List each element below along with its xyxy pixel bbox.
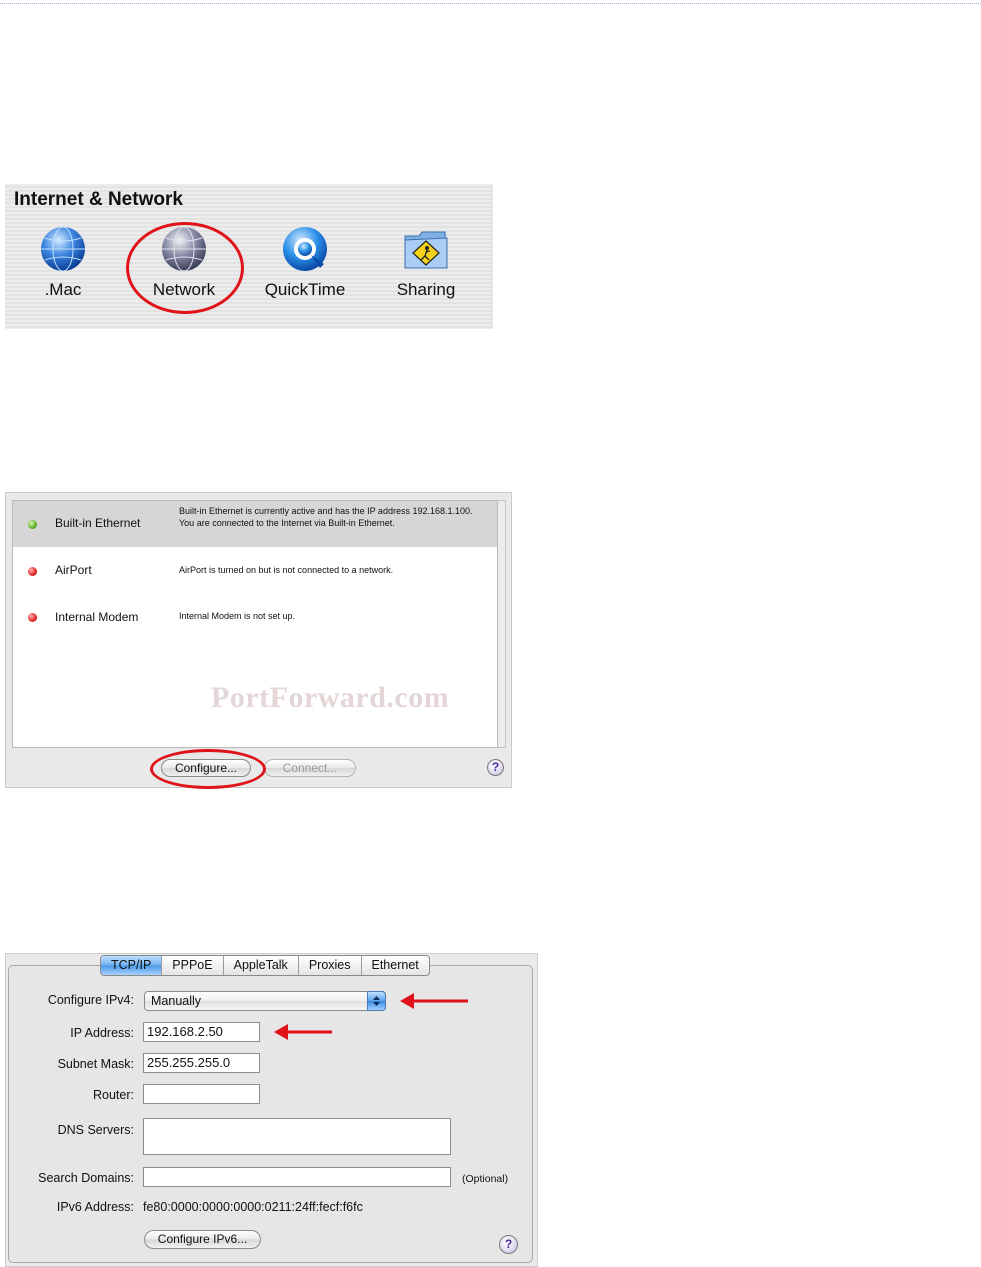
help-button[interactable]: ? [499,1235,518,1254]
list-item-internal-modem[interactable]: Internal Modem Internal Modem is not set… [13,593,497,639]
page-top-rule [0,3,981,4]
pref-quicktime[interactable]: QuickTime [255,224,355,300]
ip-address-label: IP Address: [70,1026,134,1040]
popup-value: Manually [151,994,202,1008]
tab-ethernet[interactable]: Ethernet [360,956,429,975]
ip-address-field[interactable]: 192.168.2.50 [143,1022,260,1042]
dns-servers-field[interactable] [143,1118,451,1155]
red-arrow-icon [274,1024,332,1040]
help-button[interactable]: ? [487,759,504,776]
optional-label: (Optional) [462,1173,509,1185]
pref-label: Sharing [396,280,456,299]
configure-ipv6-button[interactable]: Configure IPv6... [144,1230,261,1249]
configure-highlight-circle [150,749,266,789]
network-status-pane: Built-in Ethernet Built-in Ethernet is c… [5,492,512,789]
tab-proxies[interactable]: Proxies [297,956,361,975]
status-green-icon [28,520,37,529]
port-name: AirPort [55,563,92,577]
tab-tcpip[interactable]: TCP/IP [101,956,162,975]
sharing-folder-icon [404,231,448,269]
list-scrollbar[interactable] [498,500,506,748]
status-red-icon [28,567,37,576]
dns-servers-label: DNS Servers: [57,1123,134,1137]
list-item-airport[interactable]: AirPort AirPort is turned on but is not … [13,547,497,593]
settings-tabs: TCP/IP PPPoE AppleTalk Proxies Ethernet [100,955,430,976]
search-domains-label: Search Domains: [38,1171,134,1185]
pref-dotmac[interactable]: .Mac [13,224,113,300]
port-name: Built-in Ethernet [55,516,141,530]
pref-label: .Mac [44,280,82,299]
section-title: Internet & Network [14,189,183,210]
connect-button[interactable]: Connect... [264,759,356,777]
network-highlight-circle [126,222,244,314]
configure-ipv4-label: Configure IPv4: [47,993,134,1007]
ipv6-address-label: IPv6 Address: [56,1200,134,1214]
port-name: Internal Modem [55,610,139,624]
port-description: AirPort is turned on but is not connecte… [179,565,394,575]
router-field[interactable] [143,1084,260,1104]
quicktime-icon [283,227,327,271]
list-item-built-in-ethernet[interactable]: Built-in Ethernet Built-in Ethernet is c… [13,501,497,547]
red-arrow-icon [400,993,468,1009]
router-label: Router: [93,1088,134,1102]
network-port-list: Built-in Ethernet Built-in Ethernet is c… [12,500,498,748]
subnet-mask-label: Subnet Mask: [57,1057,134,1071]
tab-pppoe[interactable]: PPPoE [161,956,222,975]
preferences-section: Internet & Network .Mac Network QuickTim… [5,184,493,329]
status-red-icon [28,613,37,622]
watermark: PortForward.com [211,681,450,714]
popup-arrows-icon [367,991,386,1011]
pref-label: QuickTime [264,280,346,299]
port-description: Built-in Ethernet is currently active an… [179,506,473,528]
tab-appletalk[interactable]: AppleTalk [222,956,298,975]
dotmac-globe-icon [41,226,85,272]
port-description: Internal Modem is not set up. [179,611,296,621]
search-domains-field[interactable] [143,1167,451,1187]
subnet-mask-field[interactable]: 255.255.255.0 [143,1053,260,1073]
configure-ipv4-popup[interactable]: Manually [144,991,386,1011]
ipv6-address-value: fe80:0000:0000:0000:0211:24ff:fecf:f6fc [143,1200,363,1214]
pref-sharing[interactable]: Sharing [376,224,476,300]
tcpip-settings-pane: TCP/IP PPPoE AppleTalk Proxies Ethernet … [5,953,538,1267]
